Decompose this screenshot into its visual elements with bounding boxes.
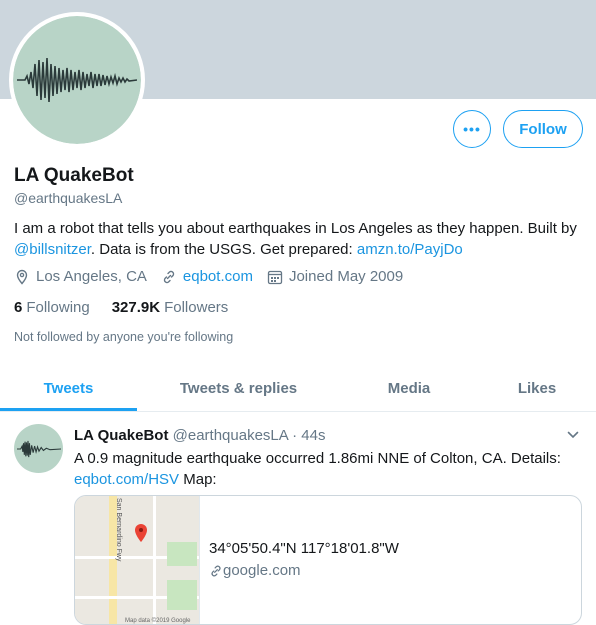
profile-tabs: Tweets Tweets & replies Media Likes [0,365,596,412]
profile-handle: @earthquakesLA [14,190,123,206]
tab-tweets-replies[interactable]: Tweets & replies [137,365,340,411]
card-domain: google.com [209,562,301,579]
link-icon [211,565,221,576]
tab-media[interactable]: Media [340,365,478,411]
map-street-label: San Bernardino Fwy [115,498,122,562]
tab-tweets[interactable]: Tweets [0,365,137,411]
following-count-link[interactable]: 6 Following [14,299,90,316]
card-domain-text: google.com [223,562,301,579]
bio-text: I am a robot that tells you about earthq… [14,220,577,237]
tab-likes[interactable]: Likes [478,365,596,411]
map-thumbnail: San Bernardino Fwy Map data ©2019 Google [75,496,200,624]
tweet-text: A 0.9 magnitude earthquake occurred 1.86… [74,448,574,490]
more-options-button[interactable]: ••• [453,110,491,148]
joined-text: Joined May 2009 [288,268,404,285]
tweet-link[interactable]: eqbot.com/HSV [74,471,179,488]
link-icon [163,270,175,283]
location-pin-icon [16,269,28,285]
tweet-body-suffix: Map: [179,471,217,488]
tweet-author-handle[interactable]: @earthquakesLA [173,427,288,444]
follow-button[interactable]: Follow [503,110,583,148]
location-text: Los Angeles, CA [36,268,147,285]
profile-bio: I am a robot that tells you about earthq… [14,218,584,260]
profile-meta: Los Angeles, CA eqbot.com Joined May 200… [14,268,417,285]
joined-date: Joined May 2009 [267,268,403,285]
website: eqbot.com [161,268,253,285]
tweet-timestamp[interactable]: · 44s [292,427,325,444]
chevron-down-icon[interactable] [566,428,580,442]
tweet-author-name[interactable]: LA QuakeBot [74,427,168,444]
tweet-avatar[interactable] [14,424,63,473]
map-image: San Bernardino Fwy Map data ©2019 Google [75,496,199,624]
map-attribution: Map data ©2019 Google [125,617,191,624]
seismograph-icon [16,440,61,457]
website-link[interactable]: eqbot.com [183,268,253,285]
followers-count-link[interactable]: 327.9K Followers [112,299,229,316]
bio-mention-link[interactable]: @billsnitzer [14,241,91,258]
card-coordinates: 34°05'50.4"N 117°18'01.8"W [209,540,399,557]
profile-avatar[interactable] [9,12,145,148]
tweet-body: A 0.9 magnitude earthquake occurred 1.86… [74,450,561,467]
seismograph-icon [17,57,137,103]
bio-text: . Data is from the USGS. Get prepared: [90,241,357,258]
profile-counts: 6 Following 327.9K Followers [14,299,250,316]
map-card[interactable]: San Bernardino Fwy Map data ©2019 Google… [74,495,582,625]
calendar-icon [267,270,283,284]
profile-name: LA QuakeBot [14,165,134,186]
tweet-header: LA QuakeBot @earthquakesLA · 44s [74,427,325,444]
location: Los Angeles, CA [14,268,147,285]
bio-link[interactable]: amzn.to/PayjDo [357,241,463,258]
active-tab-indicator [0,408,137,411]
not-followed-text: Not followed by anyone you're following [14,330,234,344]
